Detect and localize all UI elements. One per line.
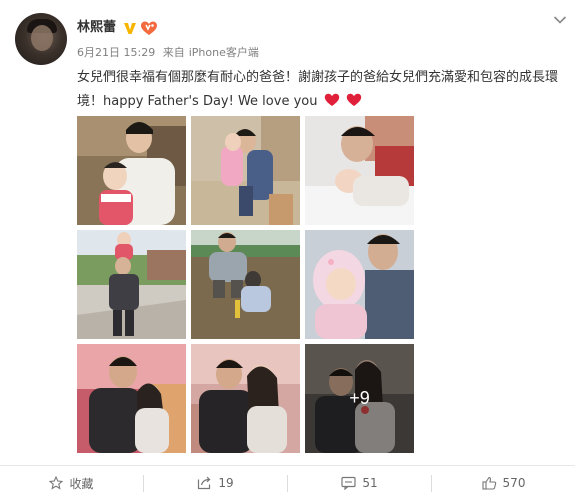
photo-thumbnail[interactable] [305, 116, 414, 225]
weibo-post-card: 林熙蕾 6月21日 15:29 来自 iPhone客户端 女兒們很幸福有個那麼有耐… [0, 0, 575, 499]
post-date[interactable]: 6月21日 15:29 [77, 46, 155, 59]
repost-button[interactable]: 19 [144, 466, 287, 499]
like-count: 570 [502, 476, 526, 490]
photo-grid: +9 [77, 116, 414, 453]
action-bar: 收藏 19 51 570 [0, 465, 575, 499]
repost-icon [198, 476, 211, 490]
photo-thumbnail[interactable] [77, 230, 186, 339]
source-prefix: 来自 [162, 46, 185, 59]
favorite-label: 收藏 [69, 476, 94, 491]
comment-button[interactable]: 51 [288, 466, 431, 499]
photo-thumbnail[interactable] [191, 344, 300, 453]
more-photos-overlay[interactable]: +9 [305, 344, 414, 453]
avatar[interactable] [15, 13, 67, 65]
chevron-down-icon[interactable] [553, 15, 567, 25]
repost-count: 19 [218, 476, 234, 490]
photo-thumbnail[interactable] [191, 116, 300, 225]
photo-thumbnail[interactable] [305, 230, 414, 339]
post-text-body: 女兒們很幸福有個那麼有耐心的爸爸！謝謝孩子的爸給女兒們充滿愛和包容的成長環境！h… [77, 70, 559, 109]
post-source[interactable]: iPhone客户端 [189, 46, 259, 59]
thumbs-up-icon [481, 476, 496, 490]
photo-thumbnail[interactable] [77, 344, 186, 453]
like-button[interactable]: 570 [432, 466, 575, 499]
comment-icon [341, 476, 356, 490]
heart-icon [324, 93, 339, 106]
heart-icon [346, 93, 361, 106]
verified-v-icon[interactable] [122, 20, 138, 36]
post-meta: 6月21日 15:29 来自 iPhone客户端 [77, 46, 263, 60]
author-name[interactable]: 林熙蕾 [77, 20, 116, 36]
photo-thumbnail[interactable] [191, 230, 300, 339]
photo-thumbnail[interactable]: +9 [305, 344, 414, 453]
avatar-face [31, 25, 53, 51]
comment-count: 51 [362, 476, 378, 490]
favorite-button[interactable]: 收藏 [0, 466, 143, 499]
post-text: 女兒們很幸福有個那麼有耐心的爸爸！謝謝孩子的爸給女兒們充滿愛和包容的成長環境！h… [77, 66, 567, 114]
photo-thumbnail[interactable] [77, 116, 186, 225]
star-icon [49, 476, 64, 490]
member-badge-icon[interactable] [140, 20, 158, 36]
